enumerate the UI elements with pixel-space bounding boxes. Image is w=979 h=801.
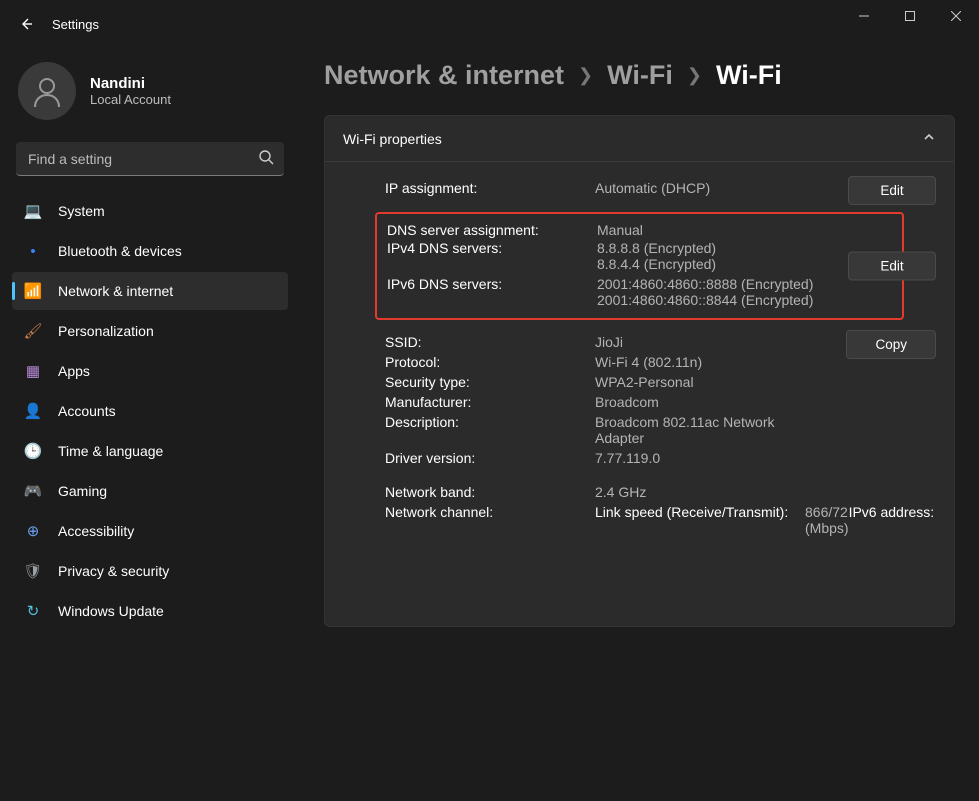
sidebar-item-label: Network & internet [58, 283, 173, 299]
panel-title: Wi-Fi properties [343, 131, 442, 147]
value-dns-assignment: Manual [597, 222, 643, 238]
label-protocol: Protocol: [385, 354, 595, 370]
sidebar-item-gaming[interactable]: 🎮 Gaming [12, 472, 288, 510]
sidebar-item-label: Accounts [58, 403, 116, 419]
sidebar-item-privacy-security[interactable]: 🛡 Privacy & security [12, 552, 288, 590]
value-link-speed: 866/72 (Mbps) [805, 504, 849, 600]
accessibility-icon: ⊕ [22, 520, 44, 542]
user-subtitle: Local Account [90, 92, 171, 107]
panel-header-wifi-properties[interactable]: Wi-Fi properties [325, 116, 954, 161]
window-title: Settings [52, 17, 99, 32]
close-button[interactable] [933, 0, 979, 32]
label-description: Description: [385, 414, 595, 446]
search-input[interactable] [16, 142, 284, 176]
search-icon [258, 149, 274, 168]
label-ipv6-dns: IPv6 DNS servers: [387, 276, 597, 308]
sidebar-item-label: Apps [58, 363, 90, 379]
sidebar-item-accounts[interactable]: 👤 Accounts [12, 392, 288, 430]
label-link-speed: Link speed (Receive/Transmit): [595, 504, 805, 600]
user-account-block[interactable]: Nandini Local Account [12, 56, 288, 136]
close-icon [951, 11, 961, 21]
value-ssid: JioJi [595, 334, 623, 350]
value-driver-version: 7.77.119.0 [595, 450, 660, 466]
maximize-button[interactable] [887, 0, 933, 32]
sidebar-item-bluetooth-devices[interactable]: • Bluetooth & devices [12, 232, 288, 270]
bluetooth-devices-icon: • [22, 240, 44, 262]
sidebar-item-time-language[interactable]: 🕒 Time & language [12, 432, 288, 470]
user-name: Nandini [90, 75, 171, 92]
accounts-icon: 👤 [22, 400, 44, 422]
minimize-button[interactable] [841, 0, 887, 32]
label-manufacturer: Manufacturer: [385, 394, 595, 410]
label-security-type: Security type: [385, 374, 595, 390]
label-network-channel: Network channel: [385, 504, 595, 604]
sidebar-item-system[interactable]: 💻 System [12, 192, 288, 230]
minimize-icon [859, 11, 869, 21]
sidebar-item-network-internet[interactable]: 📶 Network & internet [12, 272, 288, 310]
sidebar-item-label: Accessibility [58, 523, 134, 539]
sidebar-item-label: Privacy & security [58, 563, 169, 579]
personalization-icon: 🖌 [22, 320, 44, 342]
value-manufacturer: Broadcom [595, 394, 659, 410]
person-icon [29, 73, 65, 109]
value-description: Broadcom 802.11ac Network Adapter [595, 414, 815, 446]
breadcrumb-mid[interactable]: Wi-Fi [607, 60, 673, 91]
value-network-band: 2.4 GHz [595, 484, 646, 500]
sidebar-item-label: Time & language [58, 443, 163, 459]
label-ssid: SSID: [385, 334, 595, 350]
sidebar-item-apps[interactable]: ▦ Apps [12, 352, 288, 390]
gaming-icon: 🎮 [22, 480, 44, 502]
system-icon: 💻 [22, 200, 44, 222]
windows-update-icon: ↻ [22, 600, 44, 622]
label-ipv6-address: IPv6 address: [849, 504, 979, 600]
breadcrumb-current: Wi-Fi [716, 60, 782, 91]
label-ipv4-dns: IPv4 DNS servers: [387, 240, 597, 272]
breadcrumb-root[interactable]: Network & internet [324, 60, 564, 91]
sidebar-item-label: Windows Update [58, 603, 164, 619]
label-dns-assignment: DNS server assignment: [387, 222, 597, 238]
back-button[interactable] [16, 14, 36, 34]
sidebar-item-label: Personalization [58, 323, 154, 339]
dns-highlight-box: DNS server assignment: Manual IPv4 DNS s… [375, 212, 904, 320]
label-ip-assignment: IP assignment: [385, 180, 595, 196]
label-driver-version: Driver version: [385, 450, 595, 466]
sidebar-item-label: Bluetooth & devices [58, 243, 182, 259]
chevron-right-icon: ❯ [687, 65, 702, 86]
sidebar-item-personalization[interactable]: 🖌 Personalization [12, 312, 288, 350]
sidebar-item-label: Gaming [58, 483, 107, 499]
sidebar-item-windows-update[interactable]: ↻ Windows Update [12, 592, 288, 630]
privacy-security-icon: 🛡 [22, 560, 44, 582]
edit-ip-button[interactable]: Edit [848, 176, 936, 205]
chevron-right-icon: ❯ [578, 65, 593, 86]
copy-button[interactable]: Copy [846, 330, 936, 359]
edit-dns-button[interactable]: Edit [848, 252, 936, 281]
network-internet-icon: 📶 [22, 280, 44, 302]
maximize-icon [905, 11, 915, 21]
arrow-left-icon [18, 16, 34, 32]
value-security-type: WPA2-Personal [595, 374, 694, 390]
apps-icon: ▦ [22, 360, 44, 382]
value-protocol: Wi-Fi 4 (802.11n) [595, 354, 702, 370]
chevron-up-icon [922, 130, 936, 147]
sidebar-item-label: System [58, 203, 105, 219]
time-language-icon: 🕒 [22, 440, 44, 462]
avatar [18, 62, 76, 120]
label-network-band: Network band: [385, 484, 595, 500]
sidebar-item-accessibility[interactable]: ⊕ Accessibility [12, 512, 288, 550]
value-ip-assignment: Automatic (DHCP) [595, 180, 710, 196]
value-ipv4-dns: 8.8.8.8 (Encrypted) 8.8.4.4 (Encrypted) [597, 240, 716, 272]
value-ipv6-dns: 2001:4860:4860::8888 (Encrypted) 2001:48… [597, 276, 813, 308]
breadcrumb: Network & internet ❯ Wi-Fi ❯ Wi-Fi [324, 60, 955, 91]
